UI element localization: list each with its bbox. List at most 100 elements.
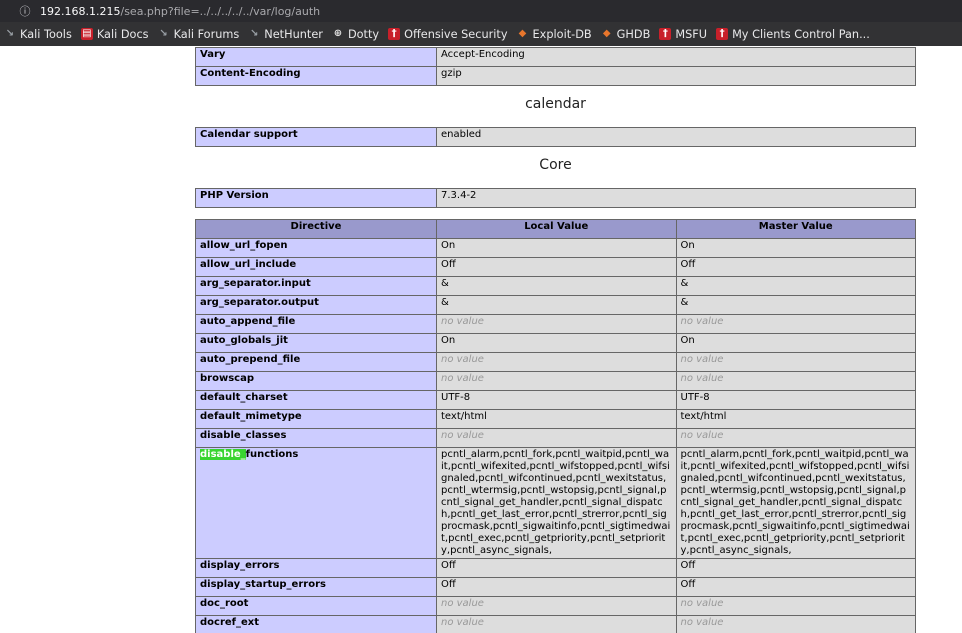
bookmark-item[interactable]: ↘ Kali Tools bbox=[4, 28, 72, 41]
directive-row: allow_url_include Off Off bbox=[195, 257, 916, 277]
directive-row: default_mimetype text/html text/html bbox=[195, 409, 916, 429]
bookmark-label: Kali Tools bbox=[20, 27, 72, 41]
kali-dragon-icon: ↘ bbox=[159, 28, 168, 39]
bookmark-label: My Clients Control Pan... bbox=[732, 27, 870, 41]
master-value: On bbox=[675, 333, 916, 353]
setting-name: Vary bbox=[195, 47, 437, 67]
table-row: PHP Version 7.3.4-2 bbox=[195, 188, 916, 208]
local-value: no value bbox=[436, 428, 677, 448]
local-value: no value bbox=[436, 596, 677, 616]
directive-row: docref_ext no value no value bbox=[195, 615, 916, 633]
directive-row: auto_globals_jit On On bbox=[195, 333, 916, 353]
bookmark-item[interactable]: ↘ Kali Forums bbox=[158, 27, 240, 41]
directive-row: allow_url_fopen On On bbox=[195, 238, 916, 258]
column-header-local-value: Local Value bbox=[436, 219, 677, 239]
calendar-table: Calendar support enabled bbox=[195, 127, 916, 147]
directive-row: display_startup_errors Off Off bbox=[195, 577, 916, 597]
bookmark-item[interactable]: ⊕ Dotty bbox=[332, 28, 379, 41]
local-value: no value bbox=[436, 371, 677, 391]
master-value: & bbox=[675, 295, 916, 315]
local-value: Off bbox=[436, 577, 677, 597]
exploit-db-icon: ◆ bbox=[602, 28, 611, 39]
master-value: text/html bbox=[675, 409, 916, 429]
local-value: & bbox=[436, 295, 677, 315]
bookmark-item[interactable]: † Offensive Security bbox=[388, 28, 508, 41]
master-value: no value bbox=[675, 615, 916, 633]
bookmark-label: Kali Forums bbox=[173, 27, 240, 41]
bookmark-label: Exploit-DB bbox=[532, 27, 592, 41]
url-bar[interactable]: ⓘ 192.168.1.215/sea.php?file=../../../..… bbox=[0, 0, 962, 22]
local-value: no value bbox=[436, 615, 677, 633]
master-value: Off bbox=[675, 558, 916, 578]
local-value: & bbox=[436, 276, 677, 296]
bookmark-item[interactable]: ▤ Kali Docs bbox=[80, 28, 149, 41]
setting-name: Content-Encoding bbox=[195, 66, 437, 86]
bookmark-label: MSFU bbox=[675, 27, 708, 41]
section-title-core: Core bbox=[539, 157, 572, 173]
find-match-highlight: disable_ bbox=[200, 449, 246, 460]
master-value: no value bbox=[675, 596, 916, 616]
bookmark-item[interactable]: † MSFU bbox=[659, 28, 707, 41]
setting-value: enabled bbox=[436, 127, 916, 147]
master-value: no value bbox=[675, 371, 916, 391]
bookmarks-toolbar: ↘ Kali Tools ▤ Kali Docs ↘ Kali Forums ↘ NetHun… bbox=[0, 22, 962, 46]
directive-name: arg_separator.input bbox=[195, 276, 437, 296]
directive-name: disable_functions bbox=[195, 447, 437, 559]
directive-name: doc_root bbox=[195, 596, 437, 616]
kali-dragon-icon: ↘ bbox=[250, 28, 259, 39]
url-host: 192.168.1.215 bbox=[40, 4, 121, 18]
master-value: Off bbox=[675, 257, 916, 277]
directive-row: disable_functions pcntl_alarm,pcntl_fork,… bbox=[195, 447, 916, 559]
table-row: Calendar support enabled bbox=[195, 127, 916, 147]
directive-row: default_charset UTF-8 UTF-8 bbox=[195, 390, 916, 410]
directive-name: display_errors bbox=[195, 558, 437, 578]
directive-row: auto_prepend_file no value no value bbox=[195, 352, 916, 372]
bookmark-label: GHDB bbox=[616, 27, 651, 41]
setting-value: 7.3.4-2 bbox=[436, 188, 916, 208]
column-header-master-value: Master Value bbox=[675, 219, 916, 239]
local-value: UTF-8 bbox=[436, 390, 677, 410]
directive-name-rest: functions bbox=[245, 449, 299, 460]
site-info-icon[interactable]: ⓘ bbox=[18, 4, 32, 18]
local-value: no value bbox=[436, 352, 677, 372]
offsec-icon: † bbox=[388, 28, 401, 40]
master-value: & bbox=[675, 276, 916, 296]
directive-row: display_errors Off Off bbox=[195, 558, 916, 578]
directive-name: arg_separator.output bbox=[195, 295, 437, 315]
bookmark-item[interactable]: † My Clients Control Pan... bbox=[716, 28, 870, 41]
local-value: text/html bbox=[436, 409, 677, 429]
directive-row: auto_append_file no value no value bbox=[195, 314, 916, 334]
table-row: Vary Accept-Encoding bbox=[195, 47, 916, 67]
http-headers-table: Vary Accept-Encoding Content-Encoding gzip bbox=[195, 47, 916, 86]
url-text[interactable]: 192.168.1.215/sea.php?file=../../../../.… bbox=[40, 5, 320, 18]
directive-row: arg_separator.input & & bbox=[195, 276, 916, 296]
column-header-directive: Directive bbox=[195, 219, 437, 239]
directive-name: allow_url_include bbox=[195, 257, 437, 277]
kali-dragon-icon: ↘ bbox=[5, 28, 15, 39]
directive-name: auto_globals_jit bbox=[195, 333, 437, 353]
exploit-db-icon: ◆ bbox=[518, 28, 527, 39]
globe-icon: ⊕ bbox=[333, 28, 343, 39]
master-value: no value bbox=[675, 352, 916, 372]
directive-name: browscap bbox=[195, 371, 437, 391]
setting-value: Accept-Encoding bbox=[436, 47, 916, 67]
directive-name: default_charset bbox=[195, 390, 437, 410]
directive-name: auto_prepend_file bbox=[195, 352, 437, 372]
bookmark-item[interactable]: ◆ GHDB bbox=[601, 28, 651, 41]
directive-row: arg_separator.output & & bbox=[195, 295, 916, 315]
phpinfo-page: Vary Accept-Encoding Content-Encoding gzip … bbox=[0, 46, 962, 633]
setting-value: gzip bbox=[436, 66, 916, 86]
local-value: Off bbox=[436, 257, 677, 277]
local-value: Off bbox=[436, 558, 677, 578]
local-value: On bbox=[436, 333, 677, 353]
offsec-icon: † bbox=[716, 28, 729, 40]
table-row: Content-Encoding gzip bbox=[195, 66, 916, 86]
master-value: pcntl_alarm,pcntl_fork,pcntl_waitpid,pcn… bbox=[675, 447, 916, 559]
bookmark-item[interactable]: ◆ Exploit-DB bbox=[517, 28, 592, 41]
bookmark-item[interactable]: ↘ NetHunter bbox=[248, 28, 323, 41]
directive-name: disable_classes bbox=[195, 428, 437, 448]
setting-name: PHP Version bbox=[195, 188, 437, 208]
bookmark-label: NetHunter bbox=[264, 27, 323, 41]
url-path: /sea.php?file=../../../../../var/log/aut… bbox=[120, 4, 321, 18]
master-value: no value bbox=[675, 314, 916, 334]
